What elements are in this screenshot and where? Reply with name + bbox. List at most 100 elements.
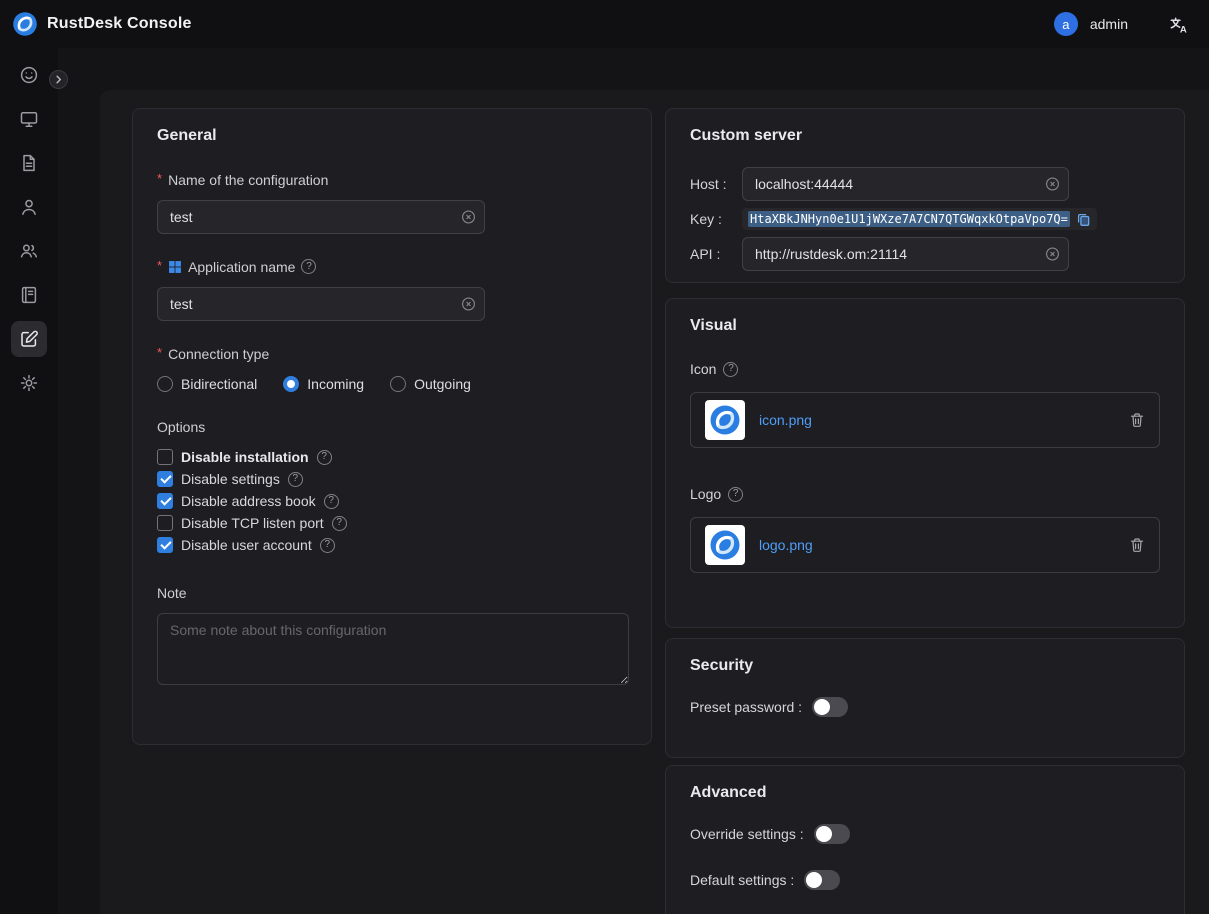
help-icon[interactable]: ? bbox=[288, 472, 303, 487]
radio-circle bbox=[157, 376, 173, 392]
sidebar-item-custom-client[interactable] bbox=[11, 321, 47, 357]
sidebar-item-dashboard[interactable] bbox=[11, 57, 47, 93]
sidebar-item-settings[interactable] bbox=[11, 365, 47, 401]
advanced-title: Advanced bbox=[690, 784, 1160, 802]
options-label: Options bbox=[157, 418, 627, 435]
checkbox bbox=[157, 515, 173, 531]
app-name-field bbox=[157, 287, 485, 321]
checkbox-disable-installation[interactable]: Disable installation ? bbox=[157, 449, 627, 465]
content-panel: General * Name of the configuration * bbox=[100, 90, 1209, 914]
radio-outgoing[interactable]: Outgoing bbox=[390, 376, 471, 392]
radio-bidirectional[interactable]: Bidirectional bbox=[157, 376, 257, 392]
config-name-label: * Name of the configuration bbox=[157, 171, 627, 188]
default-settings-toggle[interactable] bbox=[804, 870, 840, 890]
settings-gear-icon bbox=[19, 373, 39, 393]
security-title: Security bbox=[690, 657, 1160, 675]
users-icon bbox=[19, 241, 39, 261]
help-icon[interactable]: ? bbox=[324, 494, 339, 509]
rustdesk-logo-icon bbox=[12, 11, 38, 37]
advanced-card: Advanced Override settings : Default set… bbox=[665, 765, 1185, 914]
logbook-icon bbox=[19, 285, 39, 305]
help-icon[interactable]: ? bbox=[723, 362, 738, 377]
trash-icon bbox=[1129, 412, 1145, 428]
sidebar-item-audit-log[interactable] bbox=[11, 277, 47, 313]
checkbox-disable-address-book[interactable]: Disable address book ? bbox=[157, 493, 627, 509]
required-asterisk: * bbox=[157, 345, 162, 360]
host-label: Host : bbox=[690, 176, 742, 192]
icon-filename-link[interactable]: icon.png bbox=[759, 412, 812, 428]
clear-input-icon[interactable] bbox=[461, 297, 476, 312]
app-name-input[interactable] bbox=[157, 287, 485, 321]
override-settings-row: Override settings : bbox=[690, 824, 1160, 844]
app-title: RustDesk Console bbox=[47, 15, 192, 33]
override-settings-label: Override settings : bbox=[690, 826, 804, 842]
config-name-input[interactable] bbox=[157, 200, 485, 234]
delete-icon-button[interactable] bbox=[1129, 412, 1145, 428]
general-title: General bbox=[157, 127, 627, 145]
rustdesk-console-app: RustDesk Console a admin A bbox=[0, 0, 1209, 914]
security-card: Security Preset password : bbox=[665, 638, 1185, 758]
app-name-label: * Application name ? bbox=[157, 258, 627, 275]
preset-password-toggle[interactable] bbox=[812, 697, 848, 717]
default-settings-label: Default settings : bbox=[690, 872, 794, 888]
server-key-value: HtaXBkJNHyn0e1U1jWXze7A7CN7QTGWqxkOtpaVp… bbox=[748, 211, 1070, 227]
icon-upload-box[interactable]: icon.png bbox=[690, 392, 1160, 448]
key-row: Key : HtaXBkJNHyn0e1U1jWXze7A7CN7QTGWqxk… bbox=[690, 208, 1160, 230]
checkbox-disable-settings[interactable]: Disable settings ? bbox=[157, 471, 627, 487]
checkbox bbox=[157, 493, 173, 509]
checkbox bbox=[157, 471, 173, 487]
clear-input-icon[interactable] bbox=[461, 210, 476, 225]
icon-preview bbox=[705, 400, 745, 440]
copy-icon[interactable] bbox=[1076, 212, 1091, 227]
override-settings-toggle[interactable] bbox=[814, 824, 850, 844]
required-asterisk: * bbox=[157, 171, 162, 186]
app-header: RustDesk Console a admin A bbox=[0, 0, 1209, 48]
icon-upload-label: Icon ? bbox=[690, 361, 1160, 377]
note-textarea[interactable] bbox=[157, 613, 629, 685]
host-row: Host : bbox=[690, 167, 1160, 201]
sidebar-item-users[interactable] bbox=[11, 189, 47, 225]
sidebar-item-documents[interactable] bbox=[11, 145, 47, 181]
api-label: API : bbox=[690, 246, 742, 262]
help-icon[interactable]: ? bbox=[728, 487, 743, 502]
connection-type-label: * Connection type bbox=[157, 345, 627, 362]
server-key-field[interactable]: HtaXBkJNHyn0e1U1jWXze7A7CN7QTGWqxkOtpaVp… bbox=[742, 208, 1097, 230]
sidebar-expand-button[interactable] bbox=[49, 70, 68, 89]
delete-logo-button[interactable] bbox=[1129, 537, 1145, 553]
api-row: API : bbox=[690, 237, 1160, 271]
visual-card: Visual Icon ? icon.png bbox=[665, 298, 1185, 628]
logo-upload-box[interactable]: logo.png bbox=[690, 517, 1160, 573]
key-label: Key : bbox=[690, 211, 742, 227]
sidebar-item-groups[interactable] bbox=[11, 233, 47, 269]
help-icon[interactable]: ? bbox=[320, 538, 335, 553]
user-avatar[interactable]: a bbox=[1054, 12, 1078, 36]
required-asterisk: * bbox=[157, 258, 162, 273]
smiley-icon bbox=[19, 65, 39, 85]
general-card: General * Name of the configuration * bbox=[132, 108, 652, 745]
brand: RustDesk Console bbox=[12, 11, 192, 37]
sidebar-item-devices[interactable] bbox=[11, 101, 47, 137]
options-list: Disable installation ? Disable settings … bbox=[157, 449, 627, 553]
host-input[interactable] bbox=[742, 167, 1069, 201]
radio-incoming[interactable]: Incoming bbox=[283, 376, 364, 392]
help-icon[interactable]: ? bbox=[301, 259, 316, 274]
logo-upload-label: Logo ? bbox=[690, 486, 1160, 502]
default-settings-row: Default settings : bbox=[690, 870, 1160, 890]
user-name[interactable]: admin bbox=[1090, 16, 1128, 32]
api-input[interactable] bbox=[742, 237, 1069, 271]
edit-icon bbox=[19, 329, 39, 349]
help-icon[interactable]: ? bbox=[332, 516, 347, 531]
logo-filename-link[interactable]: logo.png bbox=[759, 537, 813, 553]
checkbox bbox=[157, 449, 173, 465]
trash-icon bbox=[1129, 537, 1145, 553]
help-icon[interactable]: ? bbox=[317, 450, 332, 465]
user-icon bbox=[19, 197, 39, 217]
api-field bbox=[742, 237, 1069, 271]
clear-input-icon[interactable] bbox=[1045, 177, 1060, 192]
clear-input-icon[interactable] bbox=[1045, 247, 1060, 262]
preset-password-label: Preset password : bbox=[690, 699, 802, 715]
checkbox-disable-tcp-listen-port[interactable]: Disable TCP listen port ? bbox=[157, 515, 627, 531]
translate-language-icon[interactable]: A bbox=[1168, 14, 1189, 35]
checkbox-disable-user-account[interactable]: Disable user account ? bbox=[157, 537, 627, 553]
radio-circle bbox=[390, 376, 406, 392]
